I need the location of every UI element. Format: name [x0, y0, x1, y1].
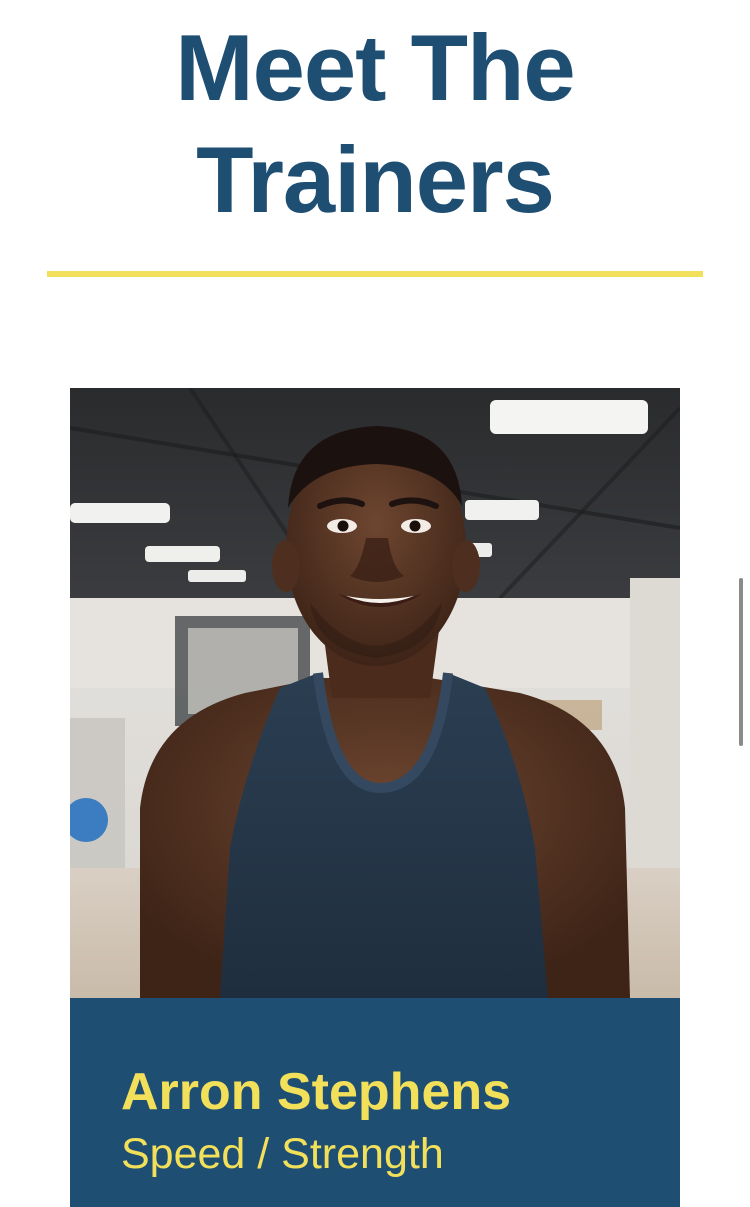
trainers-page: Meet The Trainers Arron Stephens Speed /… [0, 0, 750, 1207]
section-title-line-1: Meet The [175, 15, 575, 120]
vertical-scrollbar[interactable] [739, 578, 743, 746]
trainer-portrait-image [70, 388, 680, 998]
trainer-name: Arron Stephens [121, 1063, 512, 1121]
trainer-caption-panel: Arron Stephens Speed / Strength [70, 998, 680, 1207]
section-title: Meet The Trainers [0, 12, 750, 236]
trainer-card[interactable]: Arron Stephens Speed / Strength [70, 388, 680, 1207]
title-divider [47, 271, 703, 277]
section-title-line-2: Trainers [196, 127, 555, 232]
trainer-specialty: Speed / Strength [121, 1130, 444, 1178]
